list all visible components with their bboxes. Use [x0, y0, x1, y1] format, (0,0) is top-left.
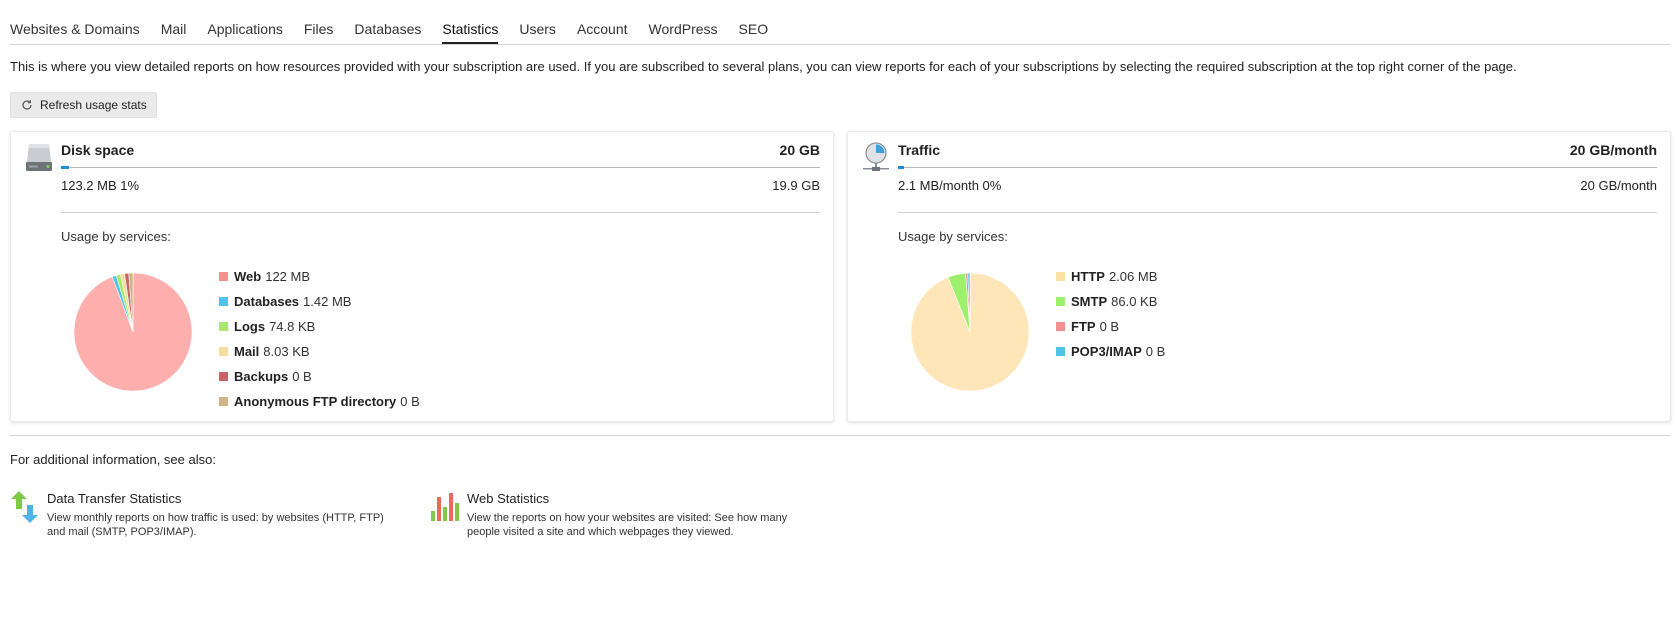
disk-usage-pie	[74, 273, 192, 391]
disk-used: 123.2 MB 1%	[61, 178, 140, 193]
web-statistics-icon	[430, 491, 462, 523]
legend-value: 1.42 MB	[303, 294, 352, 309]
traffic-title: Traffic	[898, 142, 941, 158]
legend-pop3-imap: POP3/IMAP 0 B	[1056, 339, 1165, 364]
disk-usage-bar	[61, 166, 69, 169]
tab-bar: Websites & Domains Mail Applications Fil…	[10, 0, 1670, 45]
legend-logs: Logs 74.8 KB	[219, 314, 420, 339]
tab-files[interactable]: Files	[304, 21, 334, 44]
data-transfer-icon	[10, 491, 42, 523]
legend-name: Mail	[234, 344, 260, 359]
disk-space-total: 20 GB	[779, 142, 820, 158]
legend-value: 0 B	[292, 369, 312, 384]
legend-databases: Databases 1.42 MB	[219, 289, 420, 314]
legend-name: POP3/IMAP	[1071, 344, 1142, 359]
legend-smtp: SMTP 86.0 KB	[1056, 289, 1165, 314]
disk-usage-track	[61, 167, 820, 168]
traffic-total: 20 GB/month	[1569, 142, 1657, 158]
tab-mail[interactable]: Mail	[161, 21, 187, 44]
traffic-usage-pie	[911, 273, 1029, 391]
legend-value: 74.8 KB	[269, 319, 316, 334]
legend-value: 122 MB	[265, 269, 311, 284]
traffic-usage-bar	[898, 166, 904, 169]
tab-databases[interactable]: Databases	[354, 21, 421, 44]
refresh-usage-button[interactable]: Refresh usage stats	[10, 92, 157, 118]
legend-name: Logs	[234, 319, 266, 334]
web-statistics-title[interactable]: Web Statistics	[467, 491, 549, 506]
legend-mail: Mail 8.03 KB	[219, 339, 420, 364]
see-also-label: For additional information, see also:	[10, 452, 216, 467]
legend-web: Web 122 MB	[219, 264, 420, 289]
traffic-usage-track	[898, 167, 1657, 168]
legend-anonymous-ftp: Anonymous FTP directory 0 B	[219, 389, 420, 414]
legend-swatch	[1056, 297, 1065, 306]
legend-swatch	[219, 372, 228, 381]
divider	[898, 212, 1657, 213]
intro-text: This is where you view detailed reports …	[10, 59, 1517, 74]
legend-ftp: FTP 0 B	[1056, 314, 1165, 339]
legend-swatch	[219, 347, 228, 356]
legend-value: 2.06 MB	[1108, 269, 1158, 284]
tab-seo[interactable]: SEO	[739, 21, 769, 44]
legend-name: Anonymous FTP directory	[234, 394, 397, 409]
traffic-card: Traffic 20 GB/month 2.1 MB/month 0% 20 G…	[847, 131, 1671, 422]
disk-space-card: Disk space 20 GB 123.2 MB 1% 19.9 GB Usa…	[10, 131, 834, 422]
disk-space-title: Disk space	[61, 142, 135, 158]
traffic-used: 2.1 MB/month 0%	[898, 178, 1002, 193]
tab-wordpress[interactable]: WordPress	[649, 21, 718, 44]
legend-name: FTP	[1071, 319, 1096, 334]
traffic-usage-by-services-label: Usage by services:	[898, 229, 1008, 244]
legend-swatch	[1056, 322, 1065, 331]
traffic-free: 20 GB/month	[1580, 178, 1657, 193]
traffic-legend: HTTP 2.06 MB SMTP 86.0 KB FTP 0 B POP3/IMAP…	[1056, 264, 1165, 364]
data-transfer-desc: View monthly reports on how traffic is u…	[47, 512, 384, 538]
legend-swatch	[219, 397, 228, 406]
legend-name: HTTP	[1071, 269, 1105, 284]
legend-name: SMTP	[1071, 294, 1108, 309]
legend-value: 8.03 KB	[263, 344, 310, 359]
legend-name: Web	[234, 269, 262, 284]
disk-free: 19.9 GB	[772, 178, 820, 193]
tab-account[interactable]: Account	[577, 21, 628, 44]
legend-value: 0 B	[1099, 319, 1120, 334]
section-divider	[10, 435, 1670, 436]
legend-swatch	[219, 322, 228, 331]
web-statistics-desc: View the reports on how your websites ar…	[467, 512, 788, 538]
tab-statistics[interactable]: Statistics	[442, 21, 499, 44]
disk-legend: Web 122 MB Databases 1.42 MB Logs 74.8 KB M…	[219, 264, 420, 414]
tab-users[interactable]: Users	[519, 21, 556, 44]
divider	[61, 212, 820, 213]
disk-usage-by-services-label: Usage by services:	[61, 229, 171, 244]
tab-applications[interactable]: Applications	[207, 21, 283, 44]
hard-drive-icon	[25, 142, 53, 174]
refresh-usage-label: Refresh usage stats	[40, 98, 147, 112]
legend-swatch	[219, 297, 228, 306]
tab-websites-domains[interactable]: Websites & Domains	[10, 21, 140, 44]
data-transfer-title[interactable]: Data Transfer Statistics	[47, 491, 181, 506]
legend-value: 0 B	[1145, 344, 1166, 359]
legend-swatch	[1056, 347, 1065, 356]
legend-name: Backups	[234, 369, 289, 384]
traffic-icon	[862, 142, 890, 174]
legend-name: Databases	[234, 294, 300, 309]
legend-value: 0 B	[400, 394, 420, 409]
legend-http: HTTP 2.06 MB	[1056, 264, 1165, 289]
refresh-icon	[21, 99, 33, 111]
legend-value: 86.0 KB	[1111, 294, 1158, 309]
legend-swatch	[219, 272, 228, 281]
legend-swatch	[1056, 272, 1065, 281]
legend-backups: Backups 0 B	[219, 364, 420, 389]
